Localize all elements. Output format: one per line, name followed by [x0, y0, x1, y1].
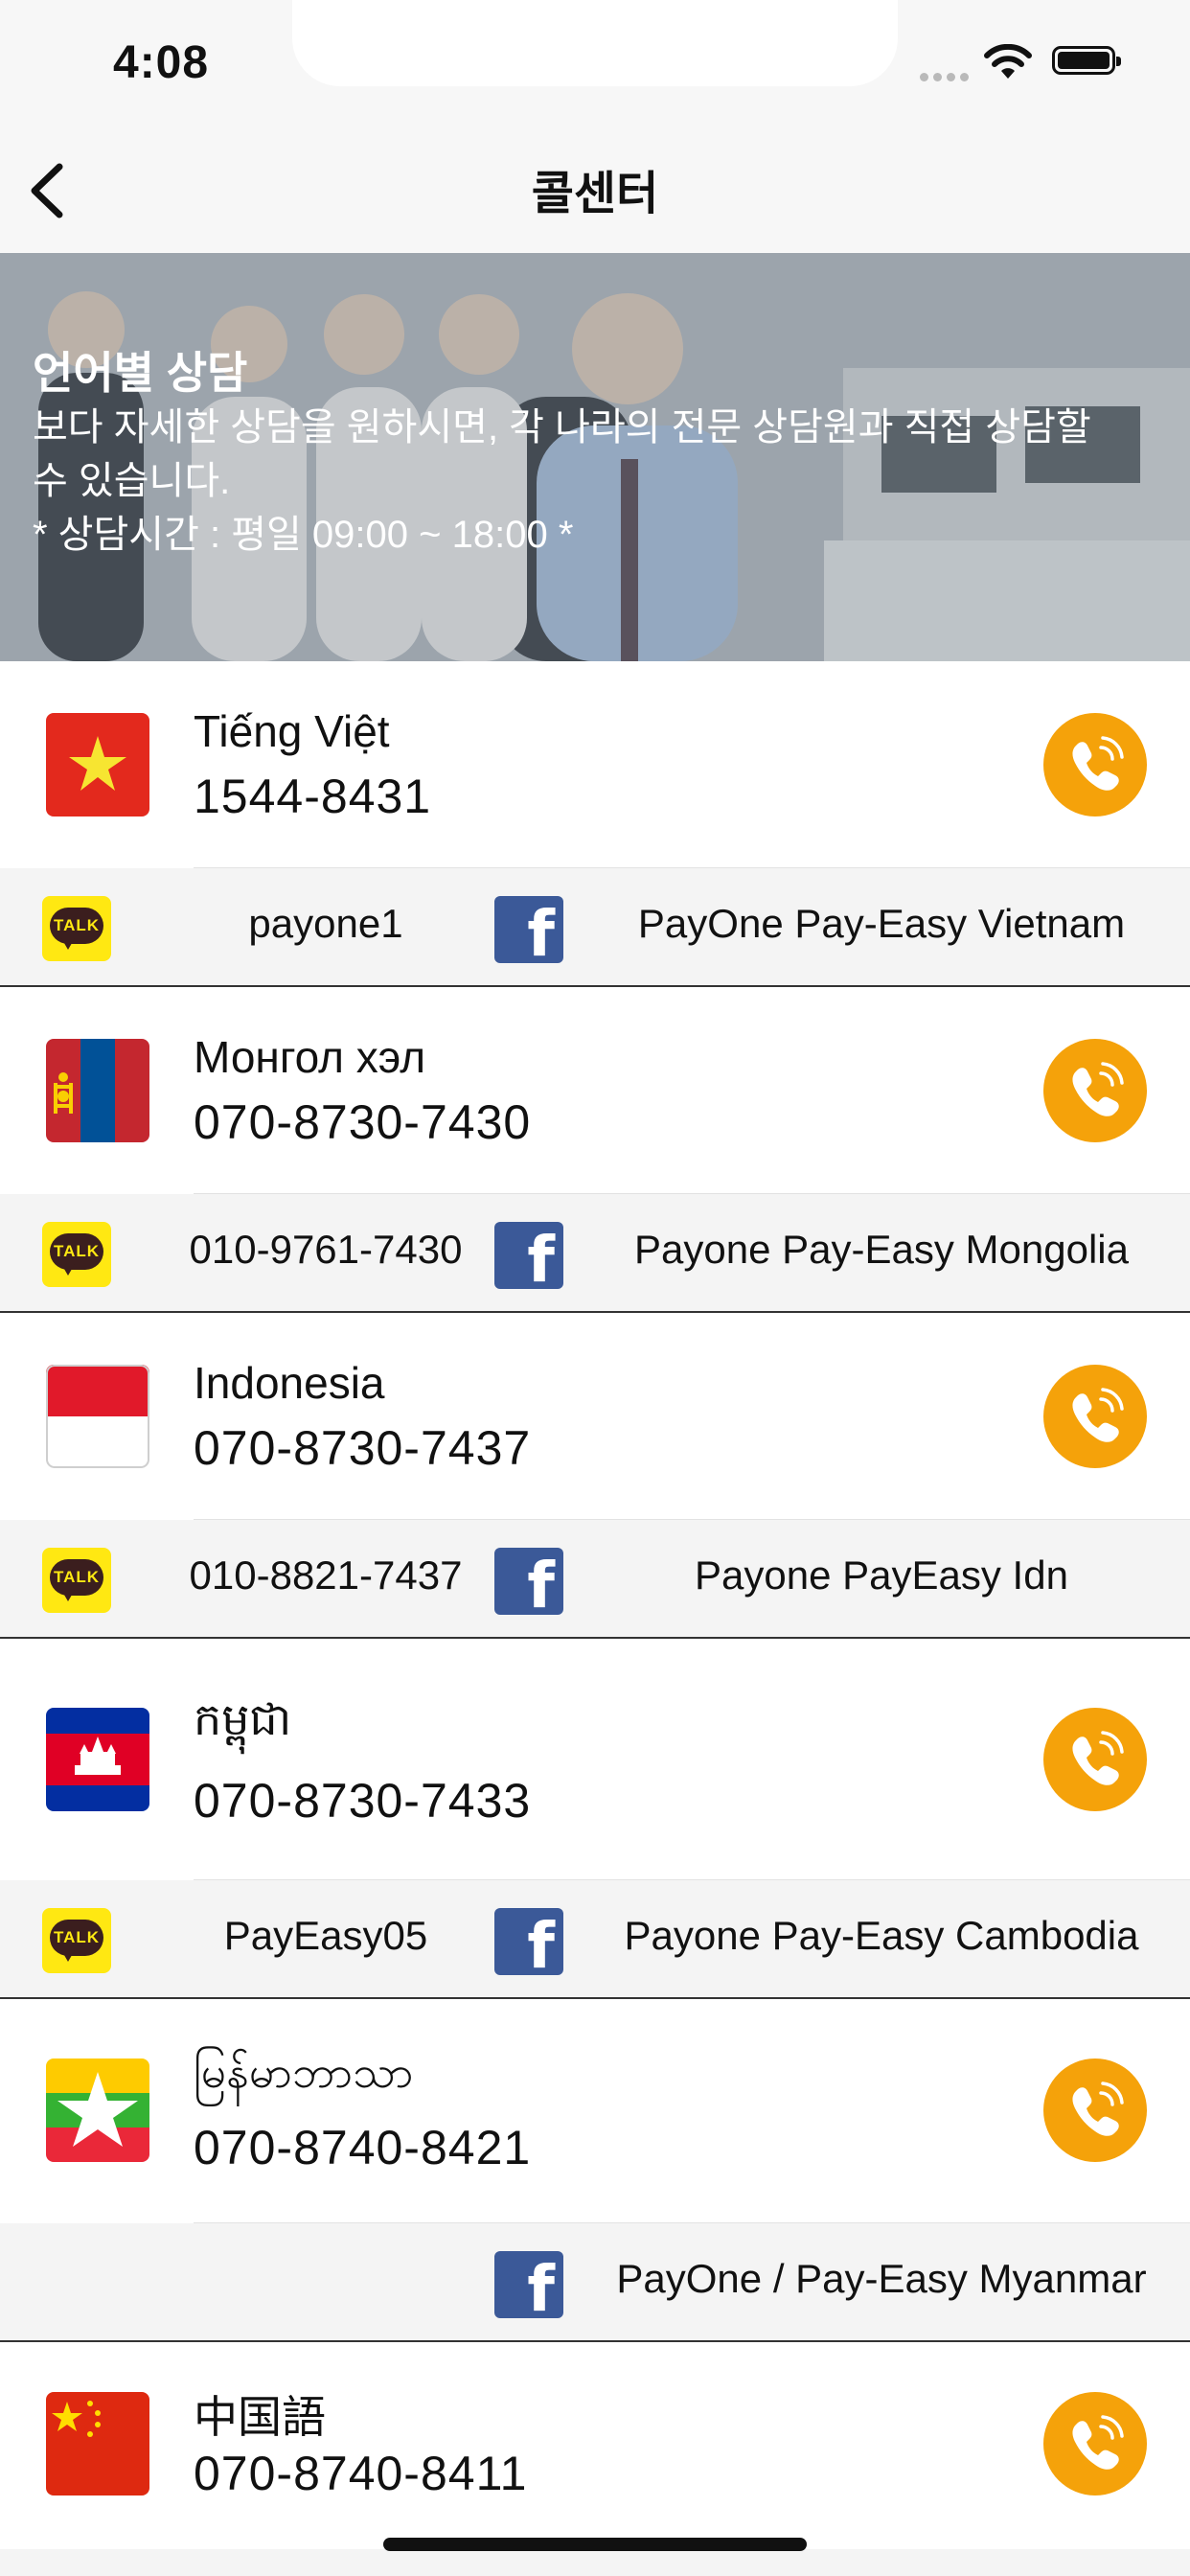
language-name: Indonesia — [194, 1358, 385, 1408]
cambodia-flag-icon — [46, 1708, 149, 1811]
battery-icon — [1052, 46, 1121, 75]
kakaotalk-id[interactable]: 010-8821-7437 — [125, 1552, 527, 1598]
kakaotalk-icon[interactable]: TALK — [42, 1222, 111, 1287]
call-button[interactable] — [1043, 2058, 1147, 2162]
facebook-page-name[interactable]: PayOne Pay-Easy Vietnam — [575, 901, 1188, 947]
phone-icon — [1072, 1731, 1124, 1785]
navigation-bar: 콜센터 — [0, 134, 1190, 254]
contact-row-vietnamese: Tiếng Việt 1544-8431 — [0, 661, 1190, 868]
call-button[interactable] — [1043, 713, 1147, 816]
phone-icon — [1072, 736, 1124, 791]
china-flag-icon — [46, 2392, 149, 2496]
language-name: Tiếng Việt — [194, 706, 390, 756]
myanmar-flag-icon — [46, 2058, 149, 2162]
language-name: မြန်မာဘာသာ — [194, 2047, 414, 2097]
kakaotalk-id[interactable]: 010-9761-7430 — [125, 1227, 527, 1273]
kakaotalk-id[interactable]: payone1 — [125, 901, 527, 947]
contact-row-khmer: កម្ពុជា 070-8730-7433 — [0, 1639, 1190, 1880]
social-row-vietnamese: TALK payone1 f PayOne Pay-Easy Vietnam — [0, 868, 1190, 987]
mongolia-flag-icon — [46, 1039, 149, 1142]
hero-heading: 언어별 상담 — [33, 348, 248, 398]
phone-icon — [1072, 2082, 1124, 2136]
language-name: 中国語 — [194, 2392, 326, 2442]
facebook-icon[interactable]: f — [494, 1908, 563, 1975]
hero-hours: * 상담시간 : 평일 09:00 ~ 18:00 * — [33, 514, 574, 556]
indonesia-flag-icon — [46, 1365, 149, 1468]
contact-row-indonesian: Indonesia 070-8730-7437 — [0, 1313, 1190, 1520]
call-button[interactable] — [1043, 1365, 1147, 1468]
phone-number[interactable]: 070-8740-8411 — [194, 2446, 527, 2501]
kakaotalk-icon[interactable]: TALK — [42, 1908, 111, 1973]
kakaotalk-icon[interactable]: TALK — [42, 1548, 111, 1613]
next-social-row-partial — [0, 2549, 1190, 2576]
language-name: Монгол хэл — [194, 1032, 426, 1082]
facebook-icon[interactable]: f — [494, 1222, 563, 1289]
wifi-icon — [984, 44, 1032, 79]
status-time: 4:08 — [113, 37, 210, 88]
language-name: កម្ពុជា — [194, 1694, 292, 1744]
phone-icon — [1072, 1388, 1124, 1442]
social-row-mongolian: TALK 010-9761-7430 f Payone Pay-Easy Mon… — [0, 1194, 1190, 1313]
phone-number[interactable]: 070-8740-8421 — [194, 2120, 531, 2175]
facebook-icon[interactable]: f — [494, 1548, 563, 1615]
home-indicator[interactable] — [383, 2538, 807, 2551]
phone-icon — [1072, 1062, 1124, 1116]
page-title: 콜센터 — [531, 169, 659, 219]
kakaotalk-id[interactable]: PayEasy05 — [125, 1913, 527, 1959]
facebook-icon[interactable]: f — [494, 2251, 563, 2318]
social-row-khmer: TALK PayEasy05 f Payone Pay-Easy Cambodi… — [0, 1880, 1190, 1999]
kakaotalk-icon[interactable]: TALK — [42, 896, 111, 961]
phone-icon — [1072, 2415, 1124, 2470]
hero-description-line-2: 수 있습니다. — [33, 460, 231, 502]
hero-description-line-1: 보다 자세한 상담을 원하시면, 각 나라의 전문 상담원과 직접 상담할 — [33, 406, 1091, 448]
phone-number[interactable]: 070-8730-7433 — [194, 1773, 531, 1828]
facebook-page-name[interactable]: PayOne / Pay-Easy Myanmar — [575, 2256, 1188, 2302]
status-bar: 4:08 — [0, 0, 1190, 134]
facebook-icon[interactable]: f — [494, 896, 563, 963]
call-button[interactable] — [1043, 1708, 1147, 1811]
contact-row-chinese: 中国語 070-8740-8411 — [0, 2342, 1190, 2549]
contact-row-myanmar: မြန်မာဘာသာ 070-8740-8421 — [0, 1999, 1190, 2223]
contact-row-mongolian: Монгол хэл 070-8730-7430 — [0, 987, 1190, 1194]
hero-text: 언어별 상담 보다 자세한 상담을 원하시면, 각 나라의 전문 상담원과 직접… — [33, 345, 1182, 562]
phone-number[interactable]: 070-8730-7437 — [194, 1420, 531, 1476]
vietnam-flag-icon — [46, 713, 149, 816]
phone-number[interactable]: 070-8730-7430 — [194, 1094, 531, 1150]
call-button[interactable] — [1043, 1039, 1147, 1142]
hero-banner: 언어별 상담 보다 자세한 상담을 원하시면, 각 나라의 전문 상담원과 직접… — [0, 253, 1190, 661]
signal-icon — [920, 69, 973, 86]
phone-number[interactable]: 1544-8431 — [194, 769, 431, 824]
social-row-indonesian: TALK 010-8821-7437 f Payone PayEasy Idn — [0, 1520, 1190, 1639]
facebook-page-name[interactable]: Payone Pay-Easy Cambodia — [575, 1913, 1188, 1959]
social-row-myanmar: f PayOne / Pay-Easy Myanmar — [0, 2223, 1190, 2342]
facebook-page-name[interactable]: Payone PayEasy Idn — [575, 1552, 1188, 1598]
facebook-page-name[interactable]: Payone Pay-Easy Mongolia — [575, 1227, 1188, 1273]
call-button[interactable] — [1043, 2392, 1147, 2496]
notch — [292, 0, 898, 86]
